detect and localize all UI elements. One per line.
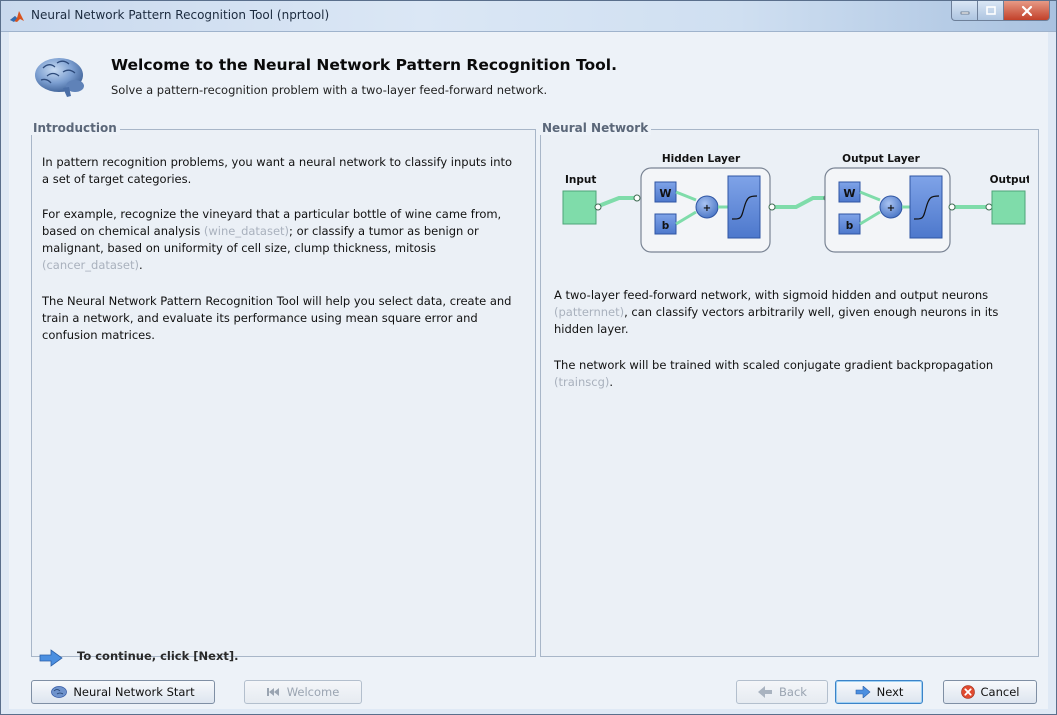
network-paragraph-2: The network will be trained with scaled … — [554, 357, 1024, 391]
hidden-weight-label: W — [659, 187, 671, 200]
output-bias-label: b — [846, 220, 854, 232]
matlab-icon — [10, 11, 24, 22]
connection-hidden-output — [770, 196, 829, 209]
window-title: Neural Network Pattern Recognition Tool … — [31, 8, 330, 22]
intro-paragraph-2: For example, recognize the vineyard that… — [42, 206, 522, 274]
network-paragraph-1: A two-layer feed-forward network, with s… — [554, 287, 1024, 338]
welcome-title: Welcome to the Neural Network Pattern Re… — [111, 56, 617, 74]
client-area: Welcome to the Neural Network Pattern Re… — [9, 32, 1048, 709]
skip-back-icon — [266, 687, 281, 697]
output-weight-label: W — [843, 187, 855, 200]
output-sum-label: + — [887, 203, 895, 214]
output-layer-label: Output Layer — [842, 153, 921, 165]
hidden-layer-label: Hidden Layer — [662, 153, 741, 165]
connector-dot — [768, 203, 776, 211]
back-label: Back — [779, 685, 807, 699]
hidden-sum-label: + — [703, 203, 711, 214]
back-button[interactable]: Back — [736, 680, 828, 704]
cancer-dataset-link: (cancer_dataset) — [42, 258, 139, 272]
welcome-button[interactable]: Welcome — [244, 680, 362, 704]
title-bar[interactable]: Neural Network Pattern Recognition Tool … — [1, 1, 1056, 32]
welcome-header: Welcome to the Neural Network Pattern Re… — [9, 32, 1048, 112]
neural-network-start-label: Neural Network Start — [73, 685, 195, 699]
arrow-right-icon — [855, 685, 871, 699]
output-label: Output — [990, 174, 1029, 186]
introduction-panel-title: Introduction — [31, 121, 120, 135]
maximize-icon — [985, 5, 996, 15]
connector-dot — [633, 194, 641, 202]
welcome-label: Welcome — [286, 685, 340, 699]
network-text: The network will be trained with scaled … — [554, 358, 994, 372]
intro-paragraph-1: In pattern recognition problems, you wan… — [42, 155, 513, 186]
patternnet-link: (patternnet) — [554, 305, 625, 319]
connection-input-hidden — [595, 196, 639, 209]
hidden-bias-label: b — [662, 220, 670, 232]
network-text: . — [609, 375, 614, 389]
minimize-icon — [960, 11, 969, 14]
input-node — [562, 190, 597, 225]
connector-dot — [594, 203, 602, 211]
welcome-subtitle: Solve a pattern-recognition problem with… — [111, 83, 548, 97]
output-node — [991, 190, 1026, 225]
arrow-left-icon — [757, 686, 773, 698]
wine-dataset-link: (wine_dataset) — [203, 224, 290, 238]
window-controls — [951, 1, 1050, 23]
cancel-button[interactable]: Cancel — [943, 680, 1037, 704]
maximize-button[interactable] — [978, 1, 1004, 21]
cancel-label: Cancel — [980, 685, 1020, 699]
app-window: Neural Network Pattern Recognition Tool … — [0, 0, 1057, 715]
intro-paragraph-3: The Neural Network Pattern Recognition T… — [42, 294, 512, 342]
input-label: Input — [565, 174, 596, 186]
connector-dot — [985, 203, 993, 211]
neural-network-panel-title: Neural Network — [540, 121, 652, 135]
network-diagram: Input Hidden Layer Output Layer Output W… — [562, 153, 1029, 253]
brain-icon — [35, 58, 84, 97]
minimize-button[interactable] — [951, 1, 978, 21]
connector-dot — [948, 203, 956, 211]
brain-small-icon — [51, 686, 68, 698]
neural-network-panel: Neural Network Input Hidden Layer Output… — [540, 121, 1039, 657]
neural-network-start-button[interactable]: Neural Network Start — [31, 680, 215, 704]
intro-text: . — [139, 258, 143, 272]
introduction-panel: Introduction In pattern recognition prob… — [31, 121, 536, 657]
continue-hint: To continue, click [Next]. — [77, 649, 239, 663]
close-icon — [1021, 5, 1032, 16]
trainscg-link: (trainscg) — [554, 375, 610, 389]
next-label: Next — [876, 685, 904, 699]
next-button[interactable]: Next — [835, 680, 923, 704]
network-text: A two-layer feed-forward network, with s… — [554, 288, 989, 302]
cancel-icon — [960, 685, 975, 699]
close-button[interactable] — [1004, 1, 1050, 21]
arrow-right-icon — [39, 649, 63, 667]
